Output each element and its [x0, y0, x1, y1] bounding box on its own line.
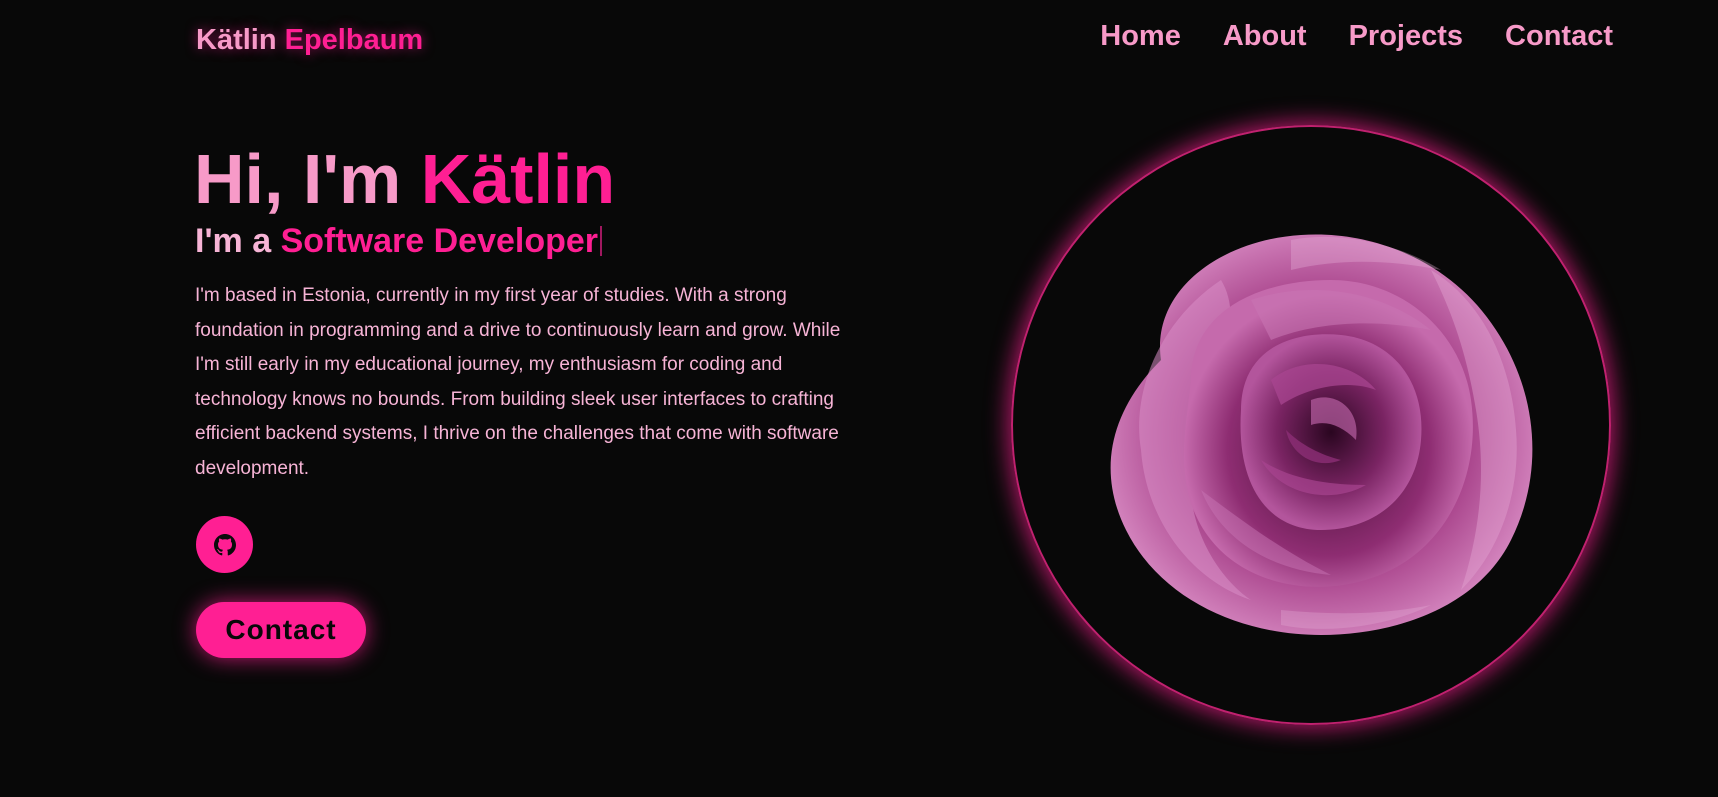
- github-icon: [213, 533, 236, 555]
- main-nav: Home About Projects Contact: [1100, 20, 1613, 53]
- hero-bio: I'm based in Estonia, currently in my fi…: [195, 285, 841, 479]
- hero-title: Hi, I'm Kätlin: [194, 140, 615, 218]
- typing-cursor: [600, 226, 603, 256]
- contact-button[interactable]: Contact: [196, 602, 366, 658]
- logo-first-name: Kätlin: [196, 24, 277, 56]
- role-prefix: I'm a: [195, 222, 272, 260]
- site-logo[interactable]: Kätlin Epelbaum: [196, 24, 423, 57]
- hero-role: I'm a Software Developer: [195, 221, 603, 261]
- nav-home[interactable]: Home: [1100, 20, 1181, 53]
- nav-contact[interactable]: Contact: [1505, 20, 1613, 53]
- portrait-circle: [1011, 125, 1611, 725]
- portfolio-page: Kätlin Epelbaum Home About Projects Cont…: [0, 0, 1718, 797]
- nav-projects[interactable]: Projects: [1349, 20, 1463, 53]
- logo-last-name: Epelbaum: [284, 24, 424, 56]
- hero-name: Kätlin: [420, 140, 616, 218]
- nav-about[interactable]: About: [1223, 20, 1307, 53]
- role-text: Software Developer: [280, 222, 599, 260]
- github-link[interactable]: [196, 516, 253, 573]
- flower-image: [1110, 234, 1533, 635]
- hero-greeting: Hi, I'm: [194, 140, 402, 218]
